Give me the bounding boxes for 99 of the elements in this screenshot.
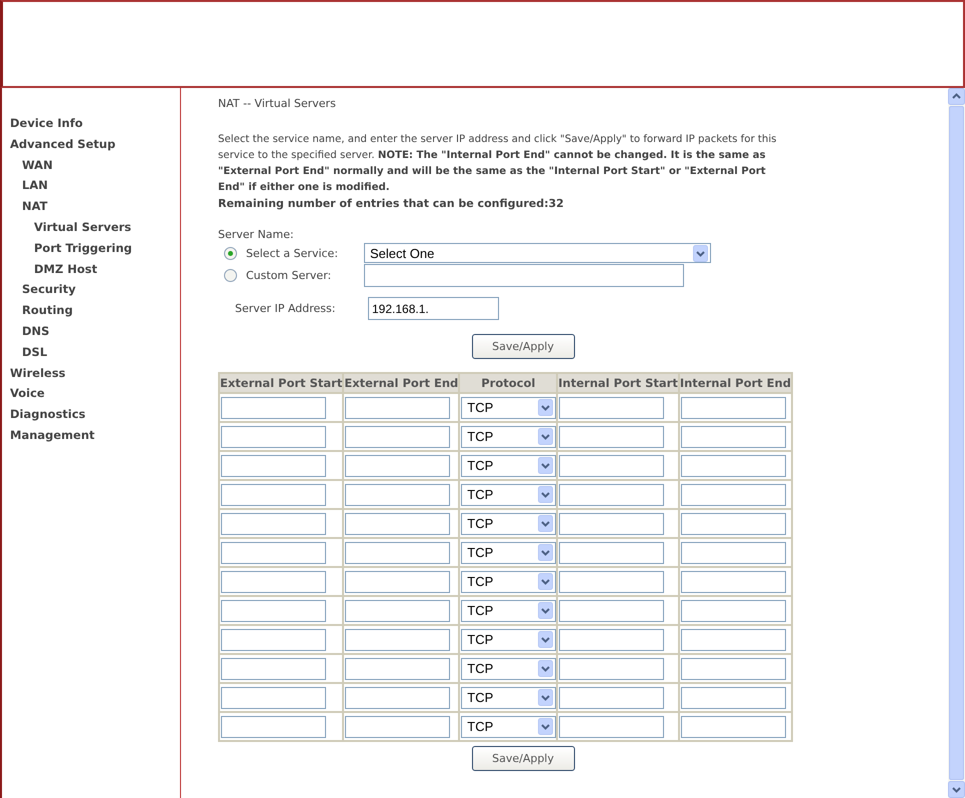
port-field[interactable] bbox=[221, 658, 326, 680]
nav-link[interactable]: DNS bbox=[22, 320, 50, 342]
port-field[interactable] bbox=[680, 542, 786, 564]
port-field[interactable] bbox=[680, 570, 786, 592]
nav-link[interactable]: WAN bbox=[22, 154, 53, 176]
port-field[interactable] bbox=[680, 716, 786, 738]
protocol-dropdown[interactable]: TCP bbox=[461, 686, 556, 708]
protocol-dropdown[interactable]: TCP bbox=[461, 628, 556, 650]
nav-link[interactable]: Wireless bbox=[10, 362, 66, 384]
column-header: External Port End bbox=[343, 373, 460, 393]
instructions-paragraph: Select the service name, and enter the server IP address and click "Save/Apply" to forward IP packets for this service to the specified server. NOTE: The "Internal Port End" cannot be changed. It is the same as "External Port End" normally and will be the same as the "Internal Port Start" or "External Port End" if either one is modified. bbox=[218, 133, 778, 195]
port-field[interactable] bbox=[559, 570, 664, 592]
radio-button[interactable] bbox=[224, 268, 237, 282]
protocol-dropdown[interactable]: TCP bbox=[461, 716, 556, 738]
save-apply-button[interactable]: Save/Apply bbox=[472, 746, 574, 771]
field-label: Server Name: bbox=[218, 227, 295, 242]
port-field[interactable] bbox=[559, 686, 664, 708]
port-field[interactable] bbox=[345, 686, 450, 708]
nav-link[interactable]: Diagnostics bbox=[10, 404, 86, 425]
port-field[interactable] bbox=[221, 628, 326, 650]
port-field[interactable] bbox=[559, 628, 664, 650]
protocol-dropdown[interactable]: TCP bbox=[461, 658, 556, 680]
port-field[interactable] bbox=[559, 454, 664, 476]
port-field[interactable] bbox=[345, 628, 450, 650]
port-field[interactable] bbox=[680, 426, 786, 448]
port-field[interactable] bbox=[559, 396, 664, 418]
protocol-dropdown[interactable]: TCP bbox=[461, 600, 556, 622]
port-field[interactable] bbox=[680, 454, 786, 476]
port-field[interactable] bbox=[345, 600, 450, 622]
port-field[interactable] bbox=[345, 716, 450, 738]
port-field[interactable] bbox=[221, 396, 326, 418]
scroll-up-icon[interactable] bbox=[948, 88, 965, 105]
port-field[interactable] bbox=[345, 484, 450, 506]
column-header: External Port Start bbox=[219, 373, 344, 393]
ip-address-field[interactable]: 192.168.1. bbox=[368, 297, 499, 320]
nav-link[interactable]: Voice bbox=[10, 383, 45, 404]
protocol-dropdown[interactable]: TCP bbox=[461, 396, 556, 418]
port-field[interactable] bbox=[221, 512, 326, 534]
port-field[interactable] bbox=[680, 396, 786, 418]
protocol-dropdown[interactable]: TCP bbox=[461, 542, 556, 564]
nav-link[interactable]: Management bbox=[10, 424, 95, 446]
nav-link[interactable]: Virtual Servers bbox=[34, 216, 132, 238]
port-field[interactable] bbox=[559, 512, 664, 534]
nav-link[interactable]: LAN bbox=[22, 175, 48, 196]
protocol-dropdown[interactable]: TCP bbox=[461, 570, 556, 592]
port-field[interactable] bbox=[559, 600, 664, 622]
service-dropdown[interactable]: Select One bbox=[364, 243, 711, 263]
port-field[interactable] bbox=[680, 686, 786, 708]
port-field[interactable] bbox=[680, 628, 786, 650]
nav-link[interactable]: NAT bbox=[22, 196, 48, 217]
column-header: Internal Port End bbox=[678, 373, 792, 393]
port-field[interactable] bbox=[221, 426, 326, 448]
protocol-dropdown[interactable]: TCP bbox=[461, 426, 556, 448]
port-field[interactable] bbox=[345, 426, 450, 448]
radio-button[interactable] bbox=[224, 246, 237, 260]
port-field[interactable] bbox=[221, 484, 326, 506]
port-field[interactable] bbox=[345, 512, 450, 534]
port-field[interactable] bbox=[680, 600, 786, 622]
nav-link[interactable]: DMZ Host bbox=[34, 258, 98, 280]
port-field[interactable] bbox=[559, 426, 664, 448]
port-field[interactable] bbox=[559, 658, 664, 680]
port-field[interactable] bbox=[345, 570, 450, 592]
port-field[interactable] bbox=[221, 454, 326, 476]
nav-link[interactable]: Port Triggering bbox=[34, 238, 132, 259]
protocol-dropdown[interactable]: TCP bbox=[461, 454, 556, 476]
port-field[interactable] bbox=[680, 658, 786, 680]
page-title: NAT -- Virtual Servers bbox=[218, 97, 337, 111]
scrollbar-thumb[interactable] bbox=[949, 106, 964, 780]
nav-link[interactable]: Routing bbox=[22, 300, 73, 321]
port-field[interactable] bbox=[680, 512, 786, 534]
column-header: Internal Port Start bbox=[557, 373, 679, 393]
port-field[interactable] bbox=[559, 484, 664, 506]
scrollbar[interactable] bbox=[948, 88, 965, 798]
port-field[interactable] bbox=[345, 658, 450, 680]
port-field[interactable] bbox=[680, 484, 786, 506]
scroll-down-icon[interactable] bbox=[948, 781, 965, 798]
option-label: Custom Server: bbox=[246, 268, 332, 282]
protocol-dropdown[interactable]: TCP bbox=[461, 512, 556, 534]
port-field[interactable] bbox=[221, 600, 326, 622]
protocol-dropdown[interactable]: TCP bbox=[461, 484, 556, 506]
option-label: Select a Service: bbox=[246, 246, 340, 260]
nav-link[interactable]: Advanced Setup bbox=[10, 134, 116, 155]
port-field[interactable] bbox=[345, 542, 450, 564]
port-field[interactable] bbox=[559, 716, 664, 738]
port-field[interactable] bbox=[221, 686, 326, 708]
nav-link[interactable]: DSL bbox=[22, 342, 48, 363]
port-field[interactable] bbox=[221, 716, 326, 738]
save-apply-button[interactable]: Save/Apply bbox=[472, 334, 574, 359]
port-field[interactable] bbox=[345, 396, 450, 418]
port-field[interactable] bbox=[559, 542, 664, 564]
port-field[interactable] bbox=[345, 454, 450, 476]
port-field[interactable] bbox=[221, 542, 326, 564]
field-label: Server IP Address: bbox=[235, 302, 336, 315]
port-field[interactable] bbox=[221, 570, 326, 592]
nav-link[interactable]: Device Info bbox=[10, 113, 83, 134]
remaining-entries-text: Remaining number of entries that can be configured:32 bbox=[218, 196, 565, 212]
column-header: Protocol bbox=[459, 373, 558, 393]
nav-link[interactable]: Security bbox=[22, 279, 76, 300]
custom-server-field[interactable] bbox=[364, 264, 684, 286]
